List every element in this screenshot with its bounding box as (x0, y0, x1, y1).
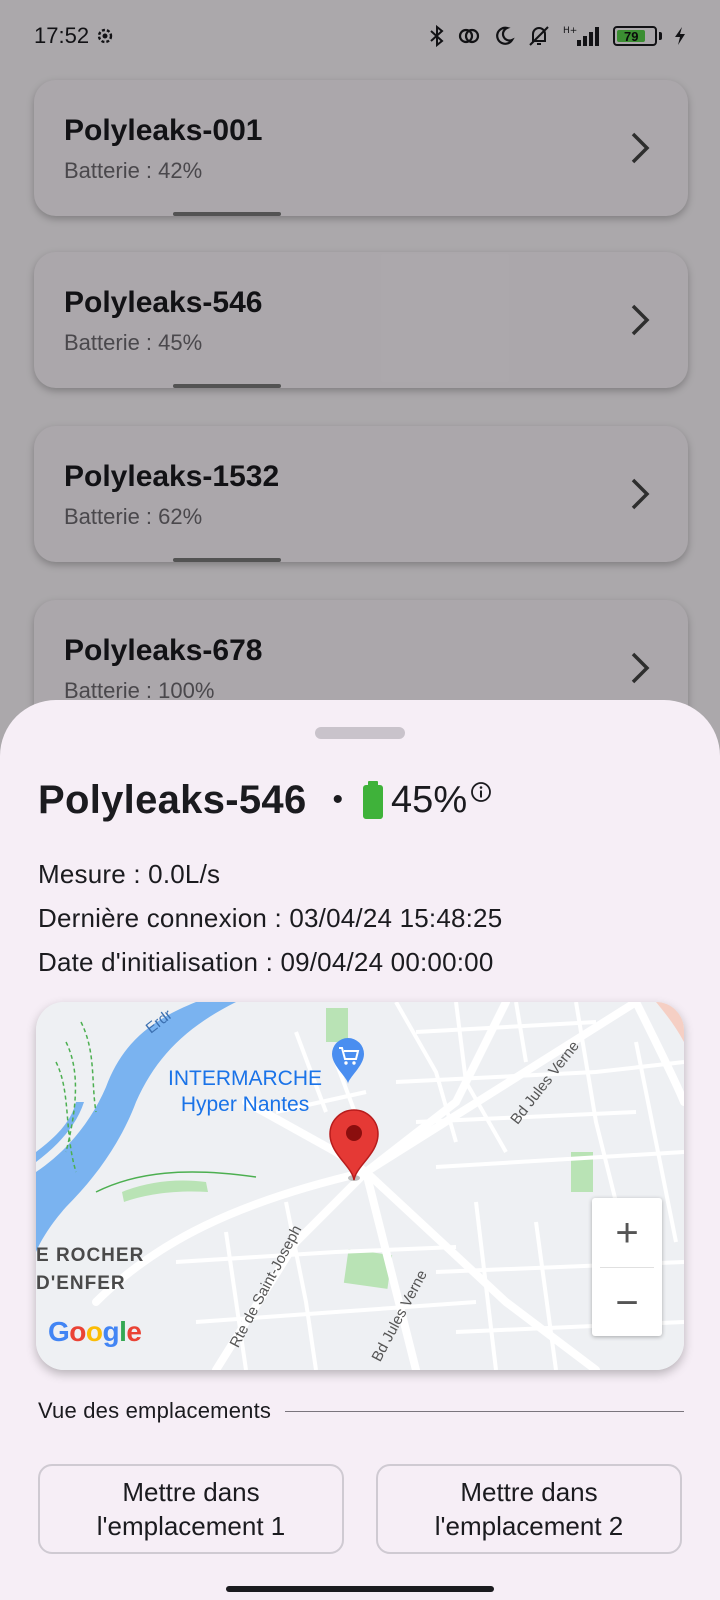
device-info: Mesure : 0.0L/s Dernière connexion : 03/… (38, 852, 502, 984)
battery-level-icon (363, 781, 384, 819)
map-area-label: E ROCHER D'ENFER (36, 1245, 145, 1294)
slots-section-header: Vue des emplacements (38, 1398, 684, 1424)
map-zoom-controls: + − (592, 1198, 662, 1336)
google-logo: Google (48, 1316, 142, 1347)
init-date-text: Date d'initialisation : 09/04/24 00:00:0… (38, 947, 494, 977)
last-connection-text: Dernière connexion : 03/04/24 15:48:25 (38, 903, 503, 933)
device-title: Polyleaks-546 (38, 777, 307, 822)
title-separator: • (332, 783, 344, 816)
map-tiles (36, 1002, 684, 1370)
zoom-out-button[interactable]: − (592, 1268, 662, 1337)
zoom-in-button[interactable]: + (592, 1198, 662, 1267)
section-divider (285, 1410, 684, 1412)
section-label: Vue des emplacements (38, 1398, 272, 1423)
info-icon[interactable] (470, 781, 492, 803)
measure-text: Mesure : 0.0L/s (38, 859, 221, 889)
sheet-header: Polyleaks-546 • 45% (38, 774, 492, 826)
battery-percent: 45% (391, 778, 468, 821)
location-map[interactable]: INTERMARCHE Hyper Nantes E ROCHER D'ENFE… (36, 1002, 684, 1370)
slot-1-button[interactable]: Mettre dans l'emplacement 1 (38, 1464, 344, 1554)
map-poi-label: INTERMARCHE Hyper Nantes (168, 1067, 323, 1116)
device-detail-sheet: Polyleaks-546 • 45% Mesure : 0.0L/s Dern… (0, 700, 720, 1600)
slot-2-button[interactable]: Mettre dans l'emplacement 2 (376, 1464, 682, 1554)
gesture-nav-bar[interactable] (226, 1586, 494, 1592)
sheet-drag-handle[interactable] (315, 727, 405, 739)
